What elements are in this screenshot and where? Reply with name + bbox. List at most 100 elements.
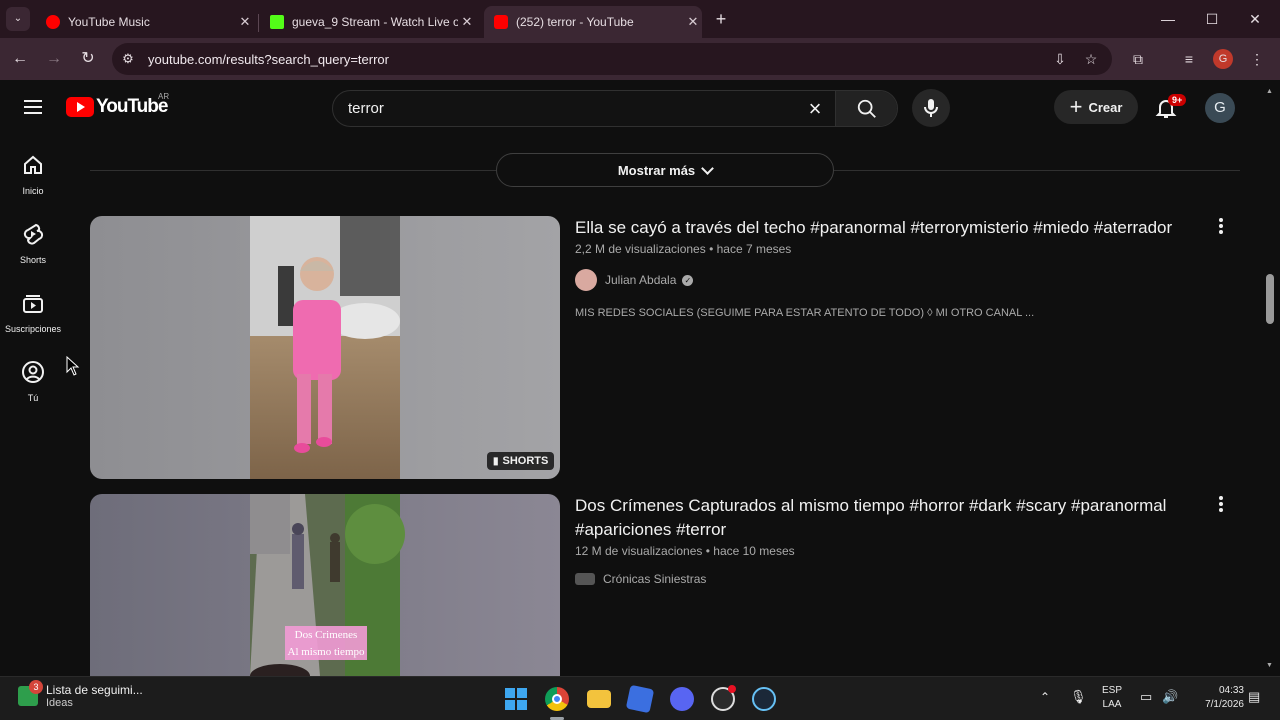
country-code: AR: [158, 92, 170, 101]
bookmark-star-icon[interactable]: ☆: [1081, 49, 1101, 69]
close-tab-icon[interactable]: ✕: [684, 14, 702, 30]
discord-icon[interactable]: [670, 687, 694, 711]
voice-search-button[interactable]: [912, 89, 950, 127]
sidebar-item-inicio[interactable]: Inicio: [0, 153, 66, 196]
youtube-header: YouTube AR terror × + Crear 9+ G: [0, 80, 1280, 136]
scroll-up-arrow-icon[interactable]: ▲: [1266, 88, 1273, 95]
home-icon: [24, 155, 42, 174]
start-button[interactable]: [504, 687, 528, 711]
mouse-cursor-icon: [66, 356, 80, 376]
sidebar-item-label: Inicio: [22, 186, 44, 196]
reload-button[interactable]: ↻: [76, 47, 100, 71]
new-tab-button[interactable]: +: [710, 8, 732, 30]
video-description: MIS REDES SOCIALES (SEGUIME PARA ESTAR A…: [575, 307, 1035, 319]
profile-avatar[interactable]: G: [1213, 49, 1233, 69]
tab-title: (252) terror - YouTube: [516, 15, 634, 29]
microphone-icon: [924, 99, 938, 117]
video-title[interactable]: Dos Crímenes Capturados al mismo tiempo …: [575, 494, 1195, 542]
video-metadata: 2,2 M de visualizaciones • hace 7 meses: [575, 242, 792, 256]
tab-youtube-terror[interactable]: (252) terror - YouTube ✕: [484, 6, 702, 38]
show-more-button[interactable]: Mostrar más: [496, 153, 834, 187]
channel-name[interactable]: Julian Abdala: [605, 273, 676, 287]
tab-kick-stream[interactable]: gueva_9 Stream - Watch Live o ✕: [262, 6, 476, 38]
page-scrollbar-thumb[interactable]: [1266, 274, 1274, 324]
close-window-button[interactable]: ✕: [1244, 8, 1266, 30]
widget-subtitle: Ideas: [46, 697, 73, 709]
shorts-badge-label: SHORTS: [502, 455, 549, 467]
tab-title: YouTube Music: [68, 15, 150, 29]
clock-date: 7/1/2026: [1205, 699, 1244, 710]
more-actions-icon[interactable]: [1214, 218, 1228, 238]
sidebar-item-tu[interactable]: Tú: [0, 360, 66, 403]
minimize-button[interactable]: —: [1157, 8, 1179, 30]
youtube-favicon-icon: [494, 15, 508, 29]
thumbnail-image: Dos Crimenes Al mismo tiempo: [90, 494, 560, 676]
youtube-play-logo-icon: [66, 97, 94, 117]
logo-text: YouTube: [96, 96, 168, 117]
input-language[interactable]: ESP LAA: [1098, 685, 1126, 710]
close-tab-icon[interactable]: ✕: [458, 14, 476, 30]
maximize-button[interactable]: ☐: [1201, 8, 1223, 30]
scroll-down-arrow-icon[interactable]: ▼: [1266, 662, 1273, 669]
channel-info[interactable]: Crónicas Siniestras: [575, 572, 706, 586]
chrome-taskbar-icon[interactable]: [545, 687, 569, 711]
kick-favicon-icon: [270, 15, 284, 29]
microphone-tray-icon[interactable]: 🎙: [1070, 689, 1087, 705]
video-thumbnail[interactable]: Dos Crimenes Al mismo tiempo: [90, 494, 560, 676]
keyboard-layout: LAA: [1102, 699, 1122, 710]
notification-center-icon[interactable]: ▤: [1248, 689, 1260, 705]
shorts-small-icon: ▮: [493, 455, 499, 467]
youtube-music-favicon-icon: [46, 15, 60, 29]
media-controls-icon[interactable]: ≡: [1179, 49, 1199, 69]
more-actions-icon[interactable]: [1214, 496, 1228, 516]
shorts-icon: [23, 223, 44, 245]
video-title[interactable]: Ella se cayó a través del techo #paranor…: [575, 216, 1195, 240]
tab-search-button[interactable]: ⌄: [6, 7, 30, 31]
search-button[interactable]: [835, 91, 897, 126]
clock[interactable]: 04:33 7/1/2026: [1188, 685, 1244, 710]
sidebar-item-label: Tú: [27, 393, 39, 403]
video-thumbnail[interactable]: [90, 216, 560, 479]
address-bar[interactable]: ⚙ youtube.com/results?search_query=terro…: [112, 43, 1112, 75]
youtube-logo[interactable]: YouTube AR: [66, 92, 169, 118]
search-input[interactable]: terror: [333, 91, 795, 126]
forward-button[interactable]: →: [42, 47, 66, 71]
tab-youtube-music[interactable]: YouTube Music ✕: [38, 6, 254, 38]
show-hidden-icons-icon[interactable]: ⌃: [1040, 690, 1050, 704]
create-button[interactable]: + Crear: [1054, 90, 1138, 124]
subscriptions-icon: [23, 295, 43, 313]
sidebar-item-shorts[interactable]: Shorts: [0, 222, 66, 265]
language-code: ESP: [1101, 685, 1122, 696]
guide-menu-icon[interactable]: [24, 100, 42, 114]
account-avatar[interactable]: G: [1205, 93, 1235, 123]
volume-icon[interactable]: 🔊: [1162, 689, 1178, 705]
close-tab-icon[interactable]: ✕: [236, 14, 254, 30]
channel-info[interactable]: Julian Abdala ✓: [575, 269, 694, 291]
notification-count-badge: 9+: [1168, 94, 1187, 106]
url-text: youtube.com/results?search_query=terror: [148, 51, 389, 67]
watchlist-widget[interactable]: 3 Lista de seguimi... Ideas: [18, 680, 143, 709]
chevron-down-icon: [701, 161, 715, 175]
install-app-icon[interactable]: ⇩: [1050, 49, 1070, 69]
steam-icon[interactable]: [752, 687, 776, 711]
sidebar-item-label: Shorts: [19, 255, 46, 265]
clock-time: 04:33: [1218, 685, 1244, 696]
sidebar-item-suscripciones[interactable]: Suscripciones: [0, 291, 66, 334]
site-info-icon[interactable]: ⚙: [112, 51, 144, 67]
thumbnail-image: [90, 216, 560, 479]
browser-menu-icon[interactable]: ⋮: [1247, 49, 1267, 69]
clear-search-icon[interactable]: ×: [795, 91, 835, 126]
roblox-icon[interactable]: [625, 684, 655, 714]
extensions-icon[interactable]: ⧉: [1128, 49, 1148, 69]
channel-avatar[interactable]: [575, 573, 595, 585]
network-icon[interactable]: ▭: [1140, 689, 1152, 705]
channel-avatar[interactable]: [575, 269, 597, 291]
channel-name[interactable]: Crónicas Siniestras: [603, 572, 706, 586]
file-explorer-icon[interactable]: [587, 690, 611, 708]
shorts-badge: ▮ SHORTS: [487, 452, 555, 470]
widget-title: Lista de seguimi...: [46, 683, 143, 697]
create-label: Crear: [1088, 99, 1123, 115]
back-button[interactable]: ←: [8, 47, 32, 71]
thumbnail-caption: Dos Crimenes: [295, 629, 358, 641]
show-more-label: Mostrar más: [617, 162, 696, 178]
